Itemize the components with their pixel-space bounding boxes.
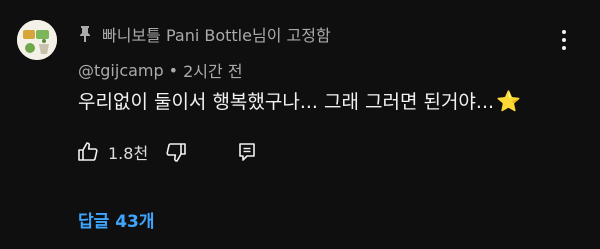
like-button[interactable] (76, 140, 100, 164)
reply-comment-icon (239, 143, 255, 161)
view-replies-button[interactable]: 답글 43개 (78, 207, 155, 232)
pin-icon (80, 26, 90, 42)
author-handle[interactable]: @tgijcamp (78, 61, 164, 80)
pinned-indicator: 빠니보틀 Pani Bottle님이 고정함 (78, 22, 331, 46)
avatar-image (17, 20, 57, 60)
comment-meta: @tgijcamp • 2시간 전 (78, 58, 243, 82)
meta-separator: • (168, 60, 179, 80)
reply-button[interactable] (235, 140, 259, 164)
more-options-button[interactable] (556, 28, 572, 52)
thumbs-down-icon (166, 143, 186, 162)
avatar[interactable] (17, 20, 57, 60)
pinned-label: 빠니보틀 Pani Bottle님이 고정함 (102, 26, 331, 45)
star-emoji: ⭐ (496, 88, 521, 113)
comment-timestamp[interactable]: 2시간 전 (183, 58, 242, 82)
dislike-button[interactable] (164, 140, 188, 164)
like-count: 1.8천 (108, 144, 149, 163)
thumbs-up-icon (78, 142, 98, 161)
comment-actions: 1.8천 (76, 138, 259, 166)
comment-text: 우리없이 둘이서 행복했구나... 그래 그러면 된거야... (78, 91, 495, 113)
comment-body: 우리없이 둘이서 행복했구나... 그래 그러면 된거야... ⭐ (78, 87, 521, 114)
more-vertical-icon (562, 30, 566, 50)
